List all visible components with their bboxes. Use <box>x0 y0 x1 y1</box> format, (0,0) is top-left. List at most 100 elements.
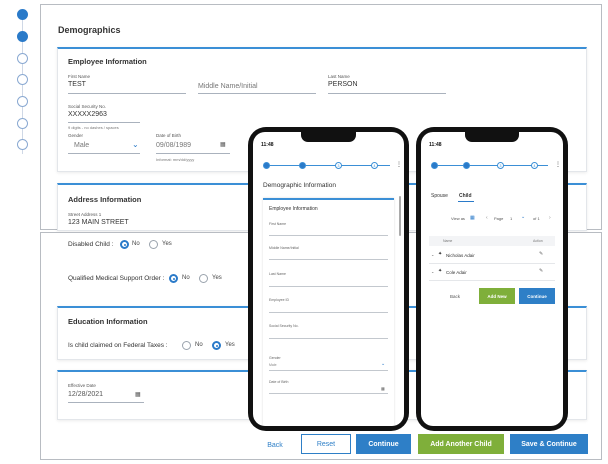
progress-step-4[interactable]: 4 <box>371 162 378 169</box>
back-button[interactable]: Back <box>260 436 290 454</box>
qmso-label: Qualified Medical Support Order : <box>68 275 165 282</box>
page-number-select[interactable]: 1 <box>510 216 512 221</box>
phone-middle-name-label: Middle Name/Initial <box>269 246 299 250</box>
phone-dob-label: Date of Birth <box>269 380 289 384</box>
middle-name-input[interactable]: Middle Name/Initial <box>198 83 258 90</box>
chevron-down-icon[interactable]: ⌄ <box>132 140 139 149</box>
grid-view-icon[interactable]: ▦ <box>470 215 475 221</box>
qmso-yes-radio[interactable] <box>199 274 208 283</box>
step-6[interactable] <box>17 118 28 129</box>
table-row[interactable]: ⌄ ✦ Nicholas Adair ✎ <box>429 247 555 264</box>
edit-pencil-icon[interactable]: ✎ <box>539 268 543 274</box>
middle-name-underline <box>198 93 316 94</box>
phone-first-name-input[interactable] <box>269 235 388 236</box>
chevron-left-icon[interactable]: ‹ <box>486 215 488 221</box>
calendar-icon[interactable]: ▦ <box>381 386 385 391</box>
progress-step-label: 3 <box>499 163 502 168</box>
phone-dob-input[interactable] <box>269 393 388 394</box>
dob-input[interactable]: 09/08/1989 <box>156 142 191 149</box>
step-5[interactable] <box>17 96 28 107</box>
phone-back-button[interactable]: Back <box>443 289 467 303</box>
phone-notch <box>301 132 356 142</box>
gender-label: Gender <box>68 133 84 138</box>
expand-chevron-icon[interactable]: ⌄ <box>431 252 434 257</box>
tax-yes-radio[interactable] <box>212 341 221 350</box>
reset-button[interactable]: Reset <box>301 434 351 454</box>
child-name: Nicholas Adair <box>446 253 475 258</box>
status-time: 11:48 <box>261 142 274 148</box>
chevron-down-icon[interactable]: ⌄ <box>381 361 385 367</box>
phone-last-name-label: Last Name <box>269 272 286 276</box>
chevron-down-icon[interactable]: ⌄ <box>521 214 525 220</box>
phone-middle-name-input[interactable] <box>269 259 388 260</box>
phone-ssn-label: Social Security No. <box>269 324 299 328</box>
step-7[interactable] <box>17 139 28 150</box>
step-3[interactable] <box>17 53 28 64</box>
person-icon: ✦ <box>438 268 443 274</box>
phone-employee-id-label: Employee ID <box>269 298 290 302</box>
phone-employee-id-input[interactable] <box>269 312 388 313</box>
column-name: Name <box>443 239 453 243</box>
employee-card-title: Employee Information <box>68 57 147 66</box>
phone-gender-select[interactable]: Male <box>269 363 277 367</box>
add-another-child-button[interactable]: Add Another Child <box>418 434 504 454</box>
phone-gender-label: Gender <box>269 356 281 360</box>
table-row[interactable]: ⌄ ✦ Cole Adair ✎ <box>429 264 555 281</box>
calendar-icon[interactable]: ▦ <box>135 391 141 398</box>
disabled-no-radio[interactable] <box>120 240 129 249</box>
more-vertical-icon[interactable]: ⋮ <box>555 161 561 168</box>
progress-step-2[interactable] <box>299 162 306 169</box>
tax-no-radio[interactable] <box>182 341 191 350</box>
first-name-label: First Name <box>68 74 91 79</box>
qmso-no-radio[interactable] <box>169 274 178 283</box>
first-name-input[interactable]: TEST <box>68 81 86 88</box>
continue-button[interactable]: Continue <box>356 434 411 454</box>
qmso-no-label: No <box>182 275 190 281</box>
scrollbar[interactable] <box>399 196 401 236</box>
progress-step-1[interactable] <box>263 162 270 169</box>
progress-step-label: 4 <box>373 163 376 168</box>
tax-claimed-label: Is child claimed on Federal Taxes : <box>68 342 168 349</box>
disabled-child-label: Disabled Child : <box>68 241 114 248</box>
tab-child[interactable]: Child <box>459 193 472 199</box>
page-label: Page <box>494 216 504 221</box>
ssn-underline <box>68 122 140 123</box>
progress-step-1[interactable] <box>431 162 438 169</box>
ssn-input[interactable]: XXXXX2963 <box>68 111 107 118</box>
step-1[interactable] <box>17 9 28 20</box>
status-time: 11:48 <box>429 142 442 148</box>
tax-no-label: No <box>195 342 203 348</box>
last-name-label: Last Name <box>328 74 350 79</box>
effective-date-input[interactable]: 12/28/2021 <box>68 391 103 398</box>
disabled-yes-label: Yes <box>162 241 172 247</box>
gender-select[interactable]: Male <box>74 142 89 149</box>
progress-step-label: 3 <box>337 163 340 168</box>
last-name-input[interactable]: PERSON <box>328 81 358 88</box>
progress-step-4[interactable]: 4 <box>531 162 538 169</box>
tab-spouse[interactable]: Spouse <box>431 193 448 199</box>
chevron-right-icon[interactable]: › <box>549 215 551 221</box>
phone-last-name-input[interactable] <box>269 286 388 287</box>
step-2[interactable] <box>17 31 28 42</box>
calendar-icon[interactable]: ▦ <box>220 141 226 148</box>
progress-step-3[interactable]: 3 <box>335 162 342 169</box>
view-as-label: View as <box>451 216 465 221</box>
edit-pencil-icon[interactable]: ✎ <box>539 251 543 257</box>
street-label: Street Address 1 <box>68 212 102 217</box>
add-new-button[interactable]: Add New <box>479 288 515 304</box>
expand-chevron-icon[interactable]: ⌄ <box>431 269 434 274</box>
disabled-yes-radio[interactable] <box>149 240 158 249</box>
more-vertical-icon[interactable]: ⋮ <box>396 161 402 168</box>
street-input[interactable]: 123 MAIN STREET <box>68 219 129 226</box>
progress-step-2[interactable] <box>463 162 470 169</box>
phone-continue-button[interactable]: Continue <box>519 288 555 304</box>
phone-notch <box>465 132 519 142</box>
step-4[interactable] <box>17 74 28 85</box>
tax-yes-label: Yes <box>225 342 235 348</box>
phone-ssn-input[interactable] <box>269 338 388 339</box>
progress-step-3[interactable]: 3 <box>497 162 504 169</box>
phone-section-title: Employee Information <box>269 206 318 212</box>
child-name: Cole Adair <box>446 270 467 275</box>
save-continue-button[interactable]: Save & Continue <box>510 434 588 454</box>
disabled-no-label: No <box>132 241 140 247</box>
